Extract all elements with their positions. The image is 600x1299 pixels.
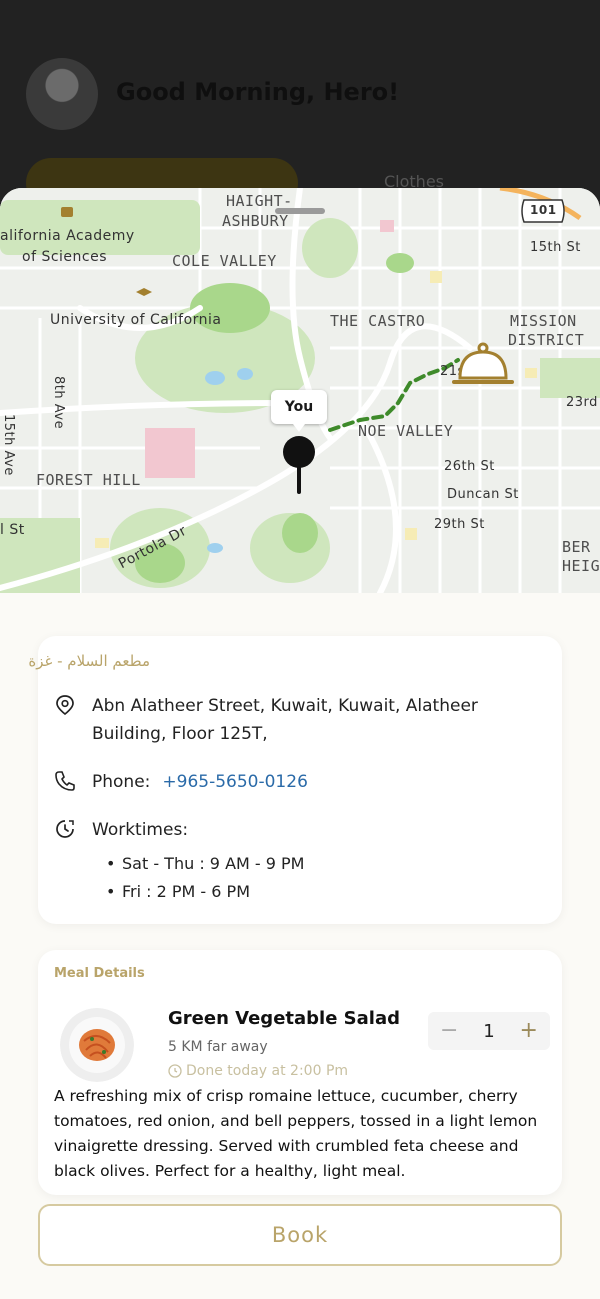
quantity-value: 1: [483, 1020, 495, 1042]
map-label-bernal-1: BER: [562, 538, 591, 556]
meal-done-time: Done today at 2:00 Pm: [168, 1063, 348, 1079]
phone-label: Phone:: [92, 772, 151, 792]
you-location-bubble: You: [271, 390, 327, 432]
quantity-stepper: − 1 +: [428, 1012, 550, 1050]
sheet-drag-handle[interactable]: [275, 208, 325, 214]
restaurant-cloche-icon[interactable]: [450, 340, 516, 388]
meal-done-text: Done today at 2:00 Pm: [186, 1063, 349, 1079]
restaurant-name: مطعم السلام - غزة: [28, 652, 150, 670]
phone-icon: [55, 771, 75, 791]
map-label-academy-2: of Sciences: [22, 249, 108, 265]
phone-number-link[interactable]: +965-5650-0126: [162, 768, 308, 796]
map-label-st-left: l St: [0, 522, 25, 538]
map-label-29th-st: 29th St: [434, 517, 485, 532]
map-label-15th-ave: 15th Ave: [1, 414, 16, 476]
quantity-decrease-button[interactable]: −: [440, 1020, 458, 1042]
map-label-duncan: Duncan St: [447, 487, 519, 502]
map-label-noe-valley: NOE VALLEY: [358, 422, 454, 440]
worktimes-row: Worktimes:: [54, 816, 188, 844]
map-label-ashbury: ASHBURY: [222, 212, 289, 230]
meal-details-card: Meal Details Green Vegetable Salad 5 KM …: [38, 950, 562, 1195]
meal-image: [60, 1008, 134, 1082]
book-button[interactable]: Book: [38, 1204, 562, 1266]
map-label-15th-st: 15th St: [530, 240, 581, 255]
restaurant-info-card: مطعم السلام - غزة Abn Alatheer Street, K…: [28, 636, 562, 924]
pasta-plate-icon: [60, 1008, 134, 1082]
map-label-23rd: 23rd: [566, 395, 598, 410]
greeting-text: Good Morning, Hero!: [116, 78, 400, 106]
user-avatar: [26, 58, 98, 130]
meal-distance: 5 KM far away: [168, 1039, 268, 1055]
map-label-university: University of California: [50, 312, 222, 328]
address-row: Abn Alatheer Street, Kuwait, Kuwait, Ala…: [54, 692, 542, 748]
bottom-sheet: HAIGHT- ASHBURY alifornia Academy of Sci…: [0, 188, 600, 1299]
worktime-item: Fri : 2 PM - 6 PM: [106, 878, 304, 906]
small-clock-icon: [168, 1064, 182, 1078]
phone-row: Phone: +965-5650-0126: [54, 768, 308, 796]
map-label-forest-hill: FOREST HILL: [36, 471, 141, 489]
map-label-8th-ave: 8th Ave: [51, 376, 66, 430]
worktime-item: Sat - Thu : 9 AM - 9 PM: [106, 850, 304, 878]
map-label-mission-1: MISSION: [510, 312, 577, 330]
meal-title: Green Vegetable Salad: [168, 1008, 400, 1029]
map-label-26th-st: 26th St: [444, 459, 495, 474]
clock-icon: [56, 820, 74, 838]
map-label-academy-1: alifornia Academy: [0, 228, 135, 244]
highway-number: 101: [530, 203, 557, 217]
user-location-pin-icon[interactable]: [281, 434, 317, 498]
meal-description: A refreshing mix of crisp romaine lettuc…: [54, 1087, 538, 1180]
map-label-castro: THE CASTRO: [330, 312, 426, 330]
map-label-cole-valley: COLE VALLEY: [172, 252, 277, 270]
address-text: Abn Alatheer Street, Kuwait, Kuwait, Ala…: [92, 696, 478, 744]
map-label-mission-2: DISTRICT: [508, 331, 585, 349]
quantity-increase-button[interactable]: +: [520, 1020, 538, 1042]
worktimes-list: Sat - Thu : 9 AM - 9 PM Fri : 2 PM - 6 P…: [106, 850, 304, 906]
worktimes-label: Worktimes:: [92, 820, 189, 840]
location-pin-icon: [56, 695, 74, 716]
meal-details-title: Meal Details: [54, 966, 145, 981]
map-label-bernal-2: HEIG: [562, 557, 600, 575]
map-view[interactable]: HAIGHT- ASHBURY alifornia Academy of Sci…: [0, 188, 600, 593]
